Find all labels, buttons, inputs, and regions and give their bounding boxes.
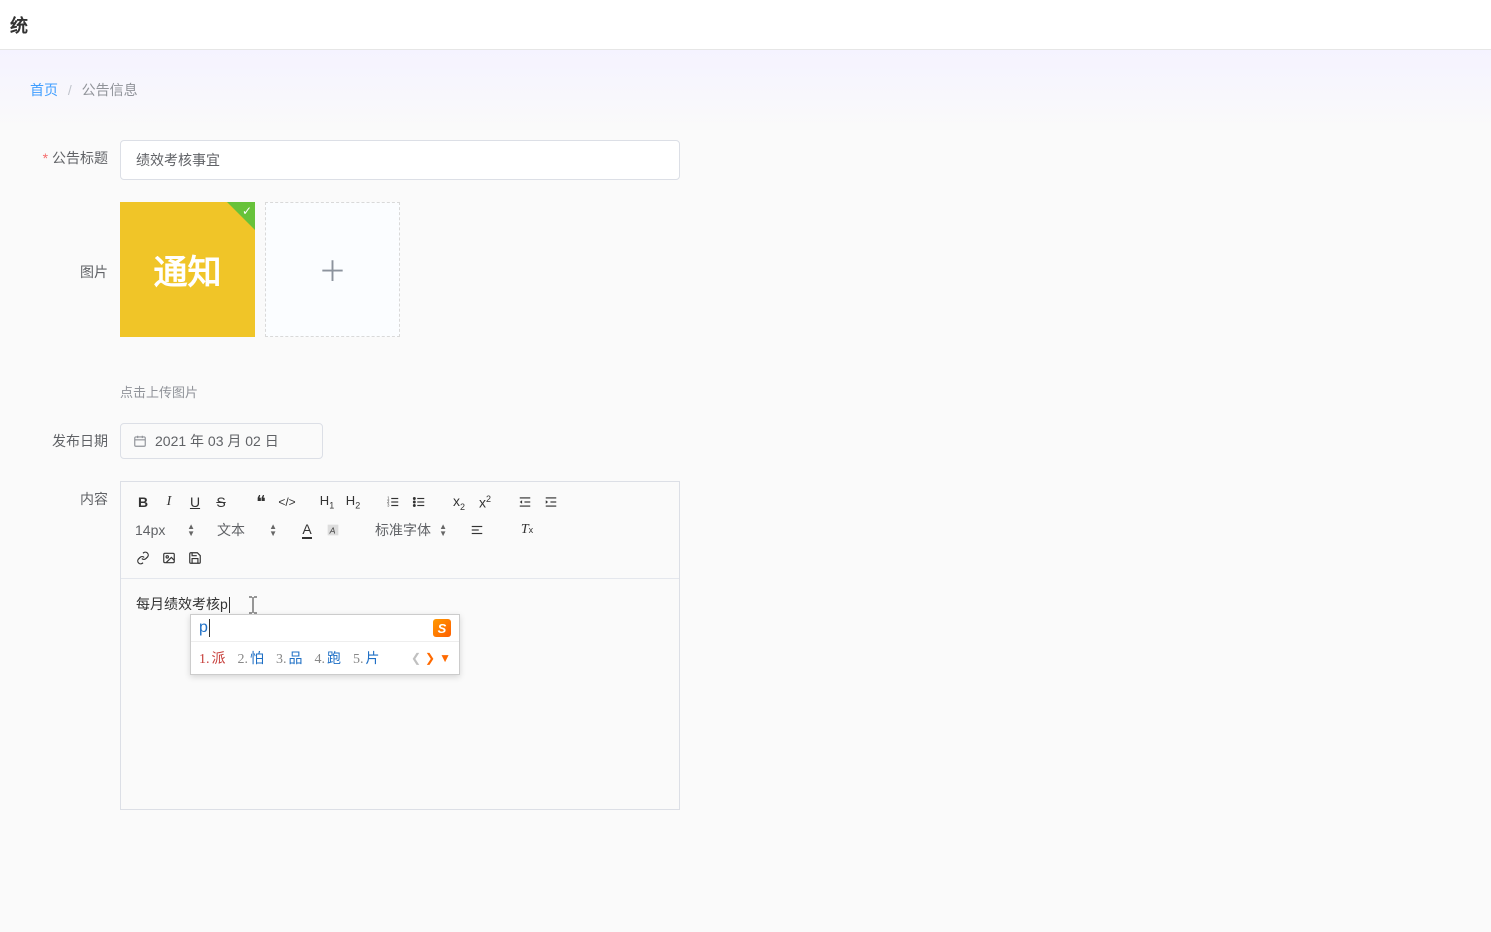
editor-content-text: 每月绩效考核p bbox=[136, 596, 228, 612]
breadcrumb-current: 公告信息 bbox=[82, 82, 138, 98]
indent-button[interactable] bbox=[539, 490, 563, 514]
ime-typed-text: p bbox=[199, 619, 210, 637]
calendar-icon bbox=[133, 434, 147, 448]
date-value: 2021 年 03 月 02 日 bbox=[155, 431, 279, 451]
link-button[interactable] bbox=[131, 546, 155, 570]
font-family-value: 标准字体 bbox=[375, 520, 431, 540]
caret-icon bbox=[248, 596, 258, 614]
outdent-button[interactable] bbox=[513, 490, 537, 514]
content-area: 首页 / 公告信息 公告标题 图片 通知 ✓ ＋ 点击上传图片 发布日期 bbox=[0, 50, 1491, 932]
underline-button[interactable]: U bbox=[183, 490, 207, 514]
ime-candidate-3[interactable]: 3.品 bbox=[276, 648, 303, 668]
unordered-list-button[interactable] bbox=[407, 490, 431, 514]
image-upload-area: 通知 ✓ ＋ bbox=[120, 202, 400, 337]
ime-prev-icon[interactable]: ❮ bbox=[411, 651, 421, 666]
h2-button[interactable]: H2 bbox=[341, 490, 365, 514]
subscript-button[interactable]: x2 bbox=[447, 490, 471, 514]
header-title-partial: 统 bbox=[10, 12, 28, 38]
plus-icon: ＋ bbox=[318, 250, 346, 290]
toolbar-row-3 bbox=[131, 544, 669, 572]
toolbar-row-2: 14px ▲▼ 文本 ▲▼ A A 标准字体 bbox=[131, 516, 669, 544]
form-row-title: 公告标题 bbox=[30, 140, 1461, 180]
app-header: 统 bbox=[0, 0, 1491, 50]
h1-button[interactable]: H1 bbox=[315, 490, 339, 514]
ime-nav: ❮ ❯ ▼ bbox=[411, 651, 451, 666]
form-row-date: 发布日期 2021 年 03 月 02 日 bbox=[30, 423, 1461, 459]
code-button[interactable]: </> bbox=[275, 490, 299, 514]
upload-hint: 点击上传图片 bbox=[120, 382, 400, 401]
select-arrows-icon: ▲▼ bbox=[269, 523, 277, 537]
ime-candidate-window: p S 1.派 2.怕 3.品 4.跑 5.片 ❮ ❯ ▼ bbox=[190, 614, 460, 675]
ime-input-row: p S bbox=[191, 615, 459, 642]
breadcrumb-home[interactable]: 首页 bbox=[30, 82, 58, 98]
ime-candidate-4[interactable]: 4.跑 bbox=[315, 648, 342, 668]
ime-candidate-5[interactable]: 5.片 bbox=[353, 648, 380, 668]
ime-next-icon[interactable]: ❯ bbox=[425, 651, 435, 666]
sogou-logo-icon: S bbox=[433, 619, 451, 637]
save-button[interactable] bbox=[183, 546, 207, 570]
select-arrows-icon: ▲▼ bbox=[439, 523, 447, 537]
editor-toolbar: B I U S ❝ </> H1 H2 123 bbox=[121, 482, 679, 579]
ime-dropdown-icon[interactable]: ▼ bbox=[439, 651, 451, 666]
italic-button[interactable]: I bbox=[157, 490, 181, 514]
font-family-select[interactable]: 标准字体 ▲▼ bbox=[371, 518, 451, 542]
bold-button[interactable]: B bbox=[131, 490, 155, 514]
font-size-value: 14px bbox=[135, 522, 165, 538]
ime-candidate-1[interactable]: 1.派 bbox=[199, 648, 226, 668]
text-cursor bbox=[229, 597, 230, 613]
content-label: 内容 bbox=[30, 481, 120, 509]
title-input[interactable] bbox=[120, 140, 680, 180]
font-size-select[interactable]: 14px ▲▼ bbox=[131, 518, 199, 542]
image-upload-wrapper: 通知 ✓ ＋ 点击上传图片 bbox=[120, 202, 400, 401]
uploaded-image-text: 通知 bbox=[154, 245, 222, 294]
uploaded-image[interactable]: 通知 ✓ bbox=[120, 202, 255, 337]
toolbar-row-1: B I U S ❝ </> H1 H2 123 bbox=[131, 488, 669, 516]
select-arrows-icon: ▲▼ bbox=[187, 523, 195, 537]
text-color-button[interactable]: A bbox=[295, 518, 319, 542]
clear-format-button[interactable]: Tx bbox=[515, 518, 539, 542]
image-label: 图片 bbox=[30, 202, 120, 282]
svg-text:3: 3 bbox=[387, 503, 390, 508]
quote-button[interactable]: ❝ bbox=[249, 490, 273, 514]
ime-candidates: 1.派 2.怕 3.品 4.跑 5.片 ❮ ❯ ▼ bbox=[191, 642, 459, 674]
breadcrumb: 首页 / 公告信息 bbox=[30, 80, 1461, 100]
breadcrumb-separator: / bbox=[68, 82, 72, 98]
date-label: 发布日期 bbox=[30, 423, 120, 451]
date-input[interactable]: 2021 年 03 月 02 日 bbox=[120, 423, 323, 459]
strikethrough-button[interactable]: S bbox=[209, 490, 233, 514]
paragraph-select[interactable]: 文本 ▲▼ bbox=[213, 518, 281, 542]
align-button[interactable] bbox=[465, 518, 489, 542]
ime-candidate-2[interactable]: 2.怕 bbox=[238, 648, 265, 668]
superscript-button[interactable]: x2 bbox=[473, 490, 497, 514]
image-button[interactable] bbox=[157, 546, 181, 570]
ordered-list-button[interactable]: 123 bbox=[381, 490, 405, 514]
form-row-image: 图片 通知 ✓ ＋ 点击上传图片 bbox=[30, 202, 1461, 401]
title-label: 公告标题 bbox=[30, 140, 120, 168]
upload-placeholder[interactable]: ＋ bbox=[265, 202, 400, 337]
background-color-button[interactable]: A bbox=[321, 518, 345, 542]
svg-text:A: A bbox=[329, 525, 336, 535]
check-icon: ✓ bbox=[242, 204, 252, 218]
paragraph-value: 文本 bbox=[217, 520, 245, 540]
